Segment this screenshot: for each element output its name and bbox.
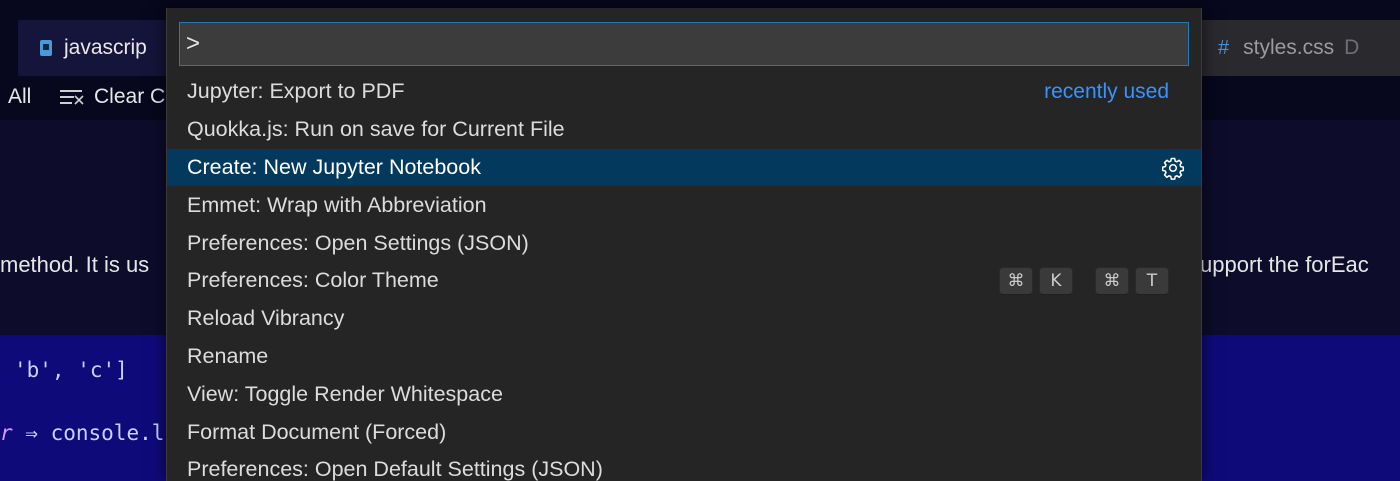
command-label: Jupyter: Export to PDF [187, 79, 405, 104]
clear-outputs-button[interactable]: Clear C [60, 85, 165, 109]
run-all-button[interactable]: All [8, 85, 31, 109]
command-item-emmet-wrap[interactable]: Emmet: Wrap with Abbreviation [167, 186, 1201, 224]
notebook-file-icon [40, 40, 52, 56]
tab-notebook[interactable]: javascrip [18, 20, 168, 76]
code-line-1: 'b', 'c'] [14, 358, 128, 382]
command-item-open-settings-json[interactable]: Preferences: Open Settings (JSON) [167, 224, 1201, 262]
command-list: Jupyter: Export to PDF recently used Quo… [167, 73, 1201, 481]
gear-icon[interactable] [1161, 156, 1185, 180]
keybinding: ⌘ K ⌘ T [993, 262, 1169, 300]
command-item-color-theme[interactable]: Preferences: Color Theme ⌘ K ⌘ T [167, 262, 1201, 300]
command-palette: Jupyter: Export to PDF recently used Quo… [166, 8, 1202, 481]
command-label: Quokka.js: Run on save for Current File [187, 117, 565, 142]
markdown-text-left: method. It is us [0, 252, 150, 277]
command-item-reload-vibrancy[interactable]: Reload Vibrancy [167, 300, 1201, 338]
css-file-icon: # [1218, 36, 1230, 59]
clear-all-icon [60, 89, 84, 105]
clear-outputs-label: Clear C [94, 85, 166, 108]
code-line-2: r ⇒ console.l [0, 421, 164, 445]
code-line-2-text: ⇒ console.l [12, 421, 165, 445]
key-k: K [1039, 266, 1073, 295]
command-label: Preferences: Open Settings (JSON) [187, 230, 529, 255]
recently-used-label: recently used [1044, 79, 1169, 103]
tab-styles-css[interactable]: # styles.css D [1200, 20, 1400, 76]
command-item-toggle-whitespace[interactable]: View: Toggle Render Whitespace [167, 375, 1201, 413]
command-label: Reload Vibrancy [187, 306, 345, 331]
command-label: Format Document (Forced) [187, 419, 447, 444]
key-cmd: ⌘ [999, 266, 1033, 295]
command-item-rename[interactable]: Rename [167, 338, 1201, 376]
code-variable: r [0, 421, 13, 445]
tab-label: styles.css [1243, 36, 1335, 59]
key-t: T [1135, 266, 1169, 295]
command-item-format-document[interactable]: Format Document (Forced) [167, 413, 1201, 451]
key-cmd: ⌘ [1095, 266, 1129, 295]
command-label: Emmet: Wrap with Abbreviation [187, 192, 487, 217]
command-item-open-default-settings[interactable]: Preferences: Open Default Settings (JSON… [167, 451, 1201, 481]
command-item-quokka-run-on-save[interactable]: Quokka.js: Run on save for Current File [167, 111, 1201, 149]
command-label: Preferences: Color Theme [187, 268, 439, 293]
command-label: Preferences: Open Default Settings (JSON… [187, 457, 603, 481]
command-item-export-pdf[interactable]: Jupyter: Export to PDF recently used [167, 73, 1201, 111]
tab-status-badge: D [1344, 36, 1360, 59]
command-label: Rename [187, 343, 269, 368]
command-label: Create: New Jupyter Notebook [187, 154, 481, 179]
tab-label: javascrip [64, 36, 147, 59]
command-item-new-jupyter-notebook[interactable]: Create: New Jupyter Notebook [167, 148, 1201, 187]
command-label: View: Toggle Render Whitespace [187, 381, 503, 406]
markdown-text-right: upport the forEac [1200, 252, 1369, 277]
command-palette-input[interactable] [179, 22, 1189, 66]
